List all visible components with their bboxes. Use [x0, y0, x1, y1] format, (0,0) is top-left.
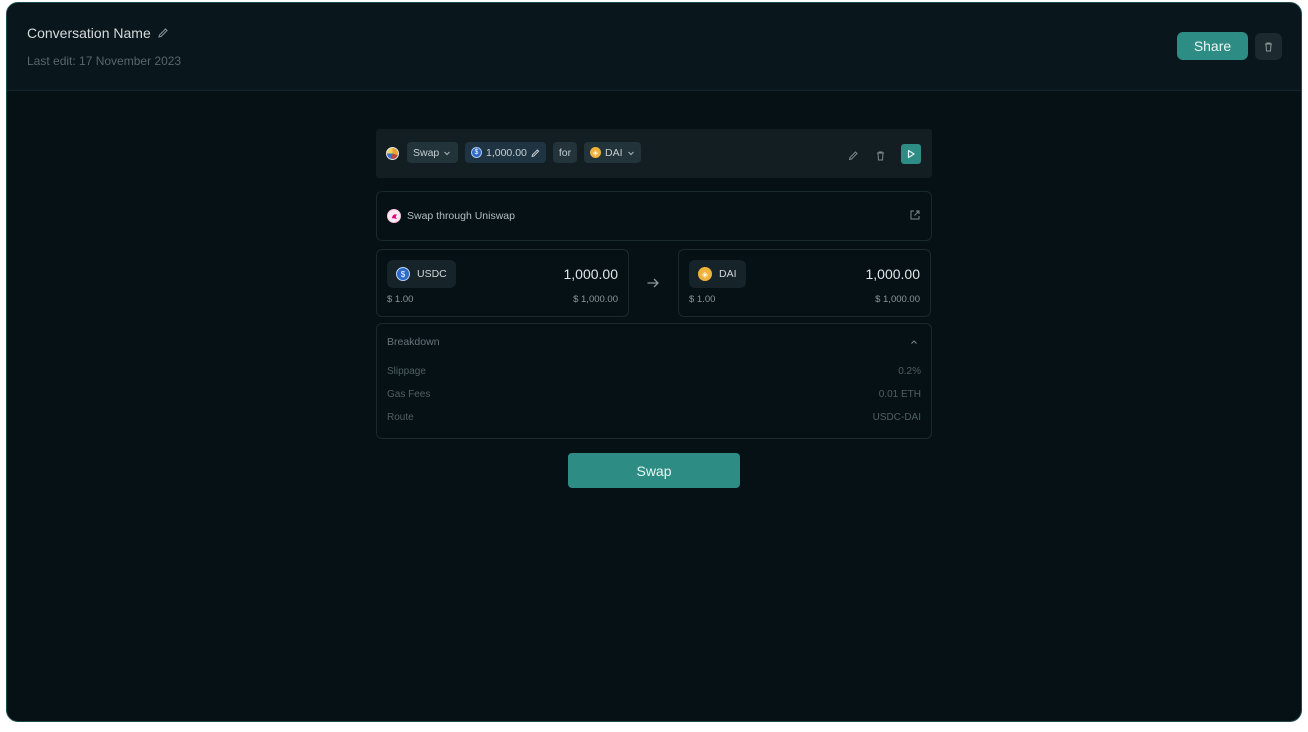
- breakdown-row-slippage: Slippage 0.2%: [387, 366, 921, 377]
- conversation-header: Conversation Name Last edit: 17 November…: [7, 3, 1301, 91]
- conversation-title: Conversation Name: [27, 25, 151, 41]
- to-amount: 1,000.00: [865, 266, 921, 282]
- to-token-label: DAI: [719, 268, 737, 280]
- breakdown-value: USDC-DAI: [872, 412, 921, 423]
- agent-logo-icon: [386, 147, 399, 160]
- breakdown-value: 0.01 ETH: [878, 389, 921, 400]
- dai-icon: ◈: [698, 267, 712, 281]
- share-button[interactable]: Share: [1177, 32, 1248, 60]
- to-token-card: ◈ DAI 1,000.00 $ 1.00 $ 1,000.00: [678, 249, 931, 317]
- uniswap-logo-icon: [387, 209, 401, 223]
- connector-label: for: [553, 142, 577, 163]
- breakdown-value: 0.2%: [898, 366, 921, 377]
- amount-chip[interactable]: $ 1,000.00: [465, 142, 546, 163]
- breakdown-label: Route: [387, 412, 414, 423]
- usdc-icon: $: [471, 147, 482, 158]
- command-bar: Swap $ 1,000.00 for ◈ DAI: [376, 129, 932, 178]
- app-window: Conversation Name Last edit: 17 November…: [6, 2, 1302, 722]
- action-dropdown[interactable]: Swap: [407, 142, 458, 163]
- to-price: $ 1.00: [689, 294, 716, 305]
- usdc-icon: $: [396, 267, 410, 281]
- swap-button[interactable]: Swap: [568, 453, 740, 488]
- amount-value: 1,000.00: [486, 146, 527, 159]
- from-price: $ 1.00: [387, 294, 414, 305]
- breakdown-panel: Breakdown Slippage 0.2% Gas Fees 0.01 ET…: [376, 323, 932, 439]
- to-token-label: DAI: [605, 146, 623, 159]
- chevron-up-icon[interactable]: [910, 338, 918, 346]
- delete-conversation-button[interactable]: [1255, 33, 1282, 60]
- conversation-name[interactable]: Conversation Name: [27, 25, 169, 41]
- action-label: Swap: [413, 146, 440, 159]
- to-value: $ 1,000.00: [875, 294, 920, 305]
- breakdown-label: Slippage: [387, 366, 426, 377]
- arrow-right-icon: [647, 278, 659, 288]
- play-icon: [907, 149, 915, 159]
- from-token-card: $ USDC 1,000.00 $ 1.00 $ 1,000.00: [376, 249, 629, 317]
- protocol-label: Swap through Uniswap: [407, 210, 515, 222]
- to-token-chip[interactable]: ◈ DAI: [689, 260, 746, 288]
- breakdown-row-route: Route USDC-DAI: [387, 412, 921, 423]
- external-link-icon[interactable]: [909, 209, 921, 221]
- pencil-icon[interactable]: [157, 27, 169, 39]
- from-token-label: USDC: [417, 268, 447, 280]
- from-token-chip[interactable]: $ USDC: [387, 260, 456, 288]
- edit-icon[interactable]: [848, 150, 859, 161]
- trash-icon: [1265, 42, 1272, 52]
- run-button[interactable]: [901, 144, 921, 164]
- breakdown-label: Gas Fees: [387, 389, 431, 400]
- from-value: $ 1,000.00: [573, 294, 618, 305]
- dai-icon: ◈: [590, 147, 601, 158]
- to-token-dropdown[interactable]: ◈ DAI: [584, 142, 641, 163]
- breakdown-row-gas-fees: Gas Fees 0.01 ETH: [387, 389, 921, 400]
- trash-icon[interactable]: [875, 150, 886, 161]
- chevron-down-icon: [444, 151, 451, 155]
- protocol-row: Swap through Uniswap: [376, 191, 932, 241]
- last-edit-text: Last edit: 17 November 2023: [27, 54, 182, 68]
- breakdown-title: Breakdown: [387, 336, 440, 348]
- from-amount: 1,000.00: [563, 266, 619, 282]
- pencil-icon: [531, 148, 540, 157]
- chevron-down-icon: [627, 151, 634, 155]
